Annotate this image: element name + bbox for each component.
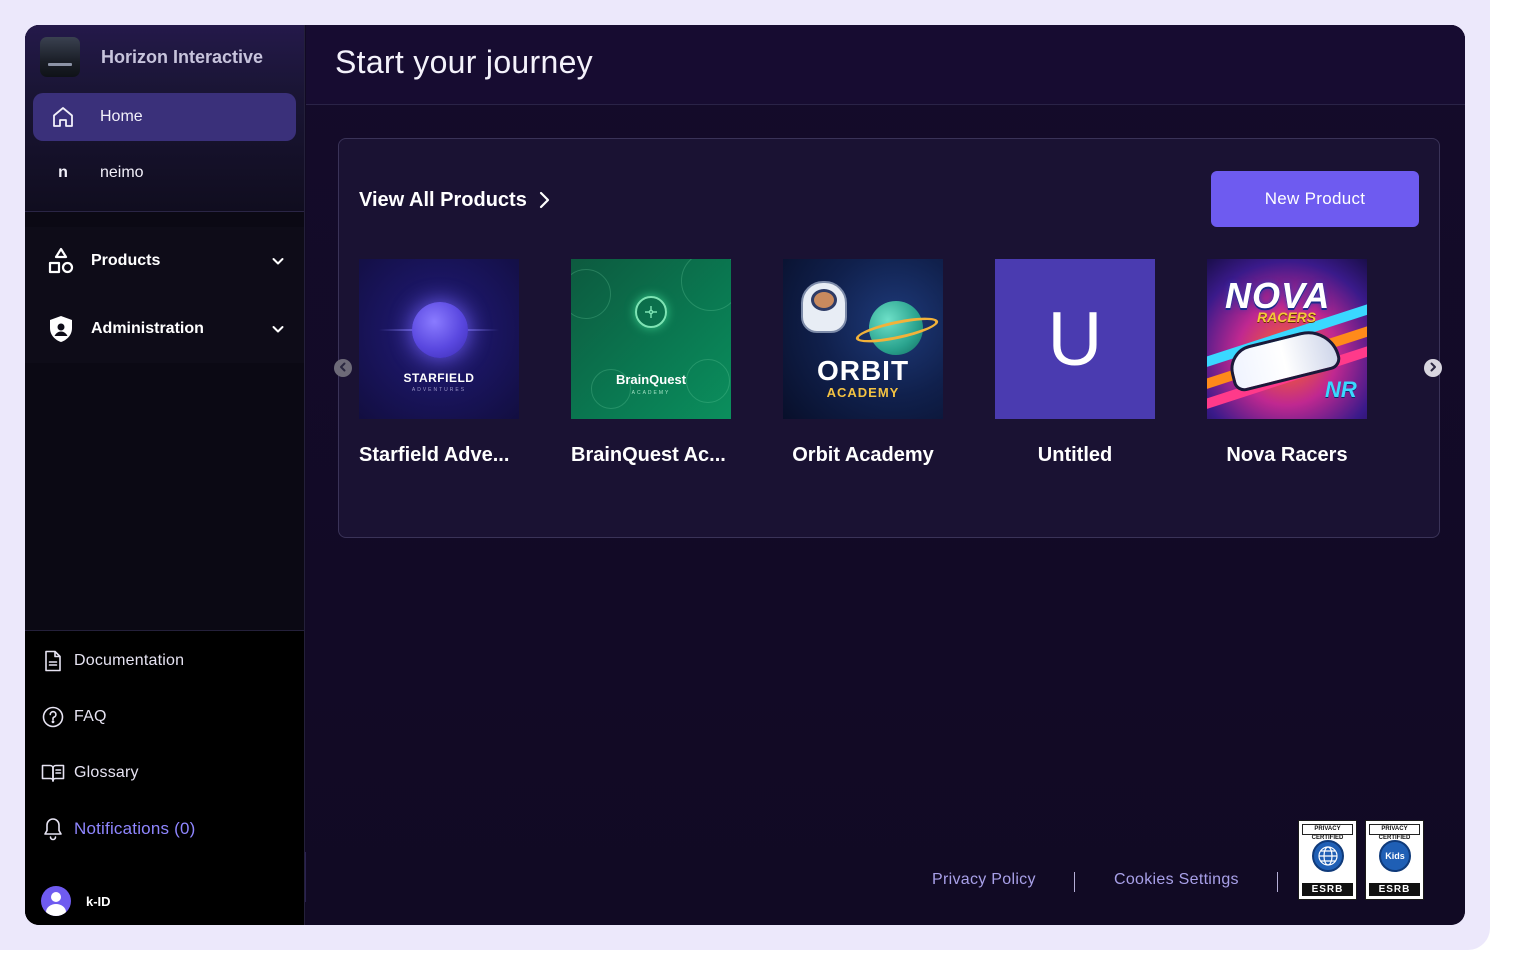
sidebar-section-label: Administration (91, 320, 204, 337)
page-title: Start your journey (335, 44, 593, 80)
bulb-icon (635, 296, 667, 328)
bubble-graphic (681, 259, 731, 311)
sidebar-link-notifications[interactable]: Notifications (0) (41, 815, 196, 843)
thumbnail-subtitle: RACERS (1257, 309, 1317, 325)
product-card-untitled[interactable]: U Untitled (995, 259, 1155, 466)
shapes-icon (43, 246, 79, 276)
astronaut-face-graphic (811, 289, 837, 311)
sidebar-item-label: Home (100, 108, 143, 125)
sidebar-link-label: Notifications (0) (74, 819, 196, 838)
sidebar-item-home[interactable]: Home (33, 93, 296, 141)
shield-user-icon (43, 314, 79, 344)
book-icon (41, 763, 65, 783)
user-name: k-ID (86, 893, 111, 909)
main-content: Start your journey View All Products New… (306, 25, 1465, 925)
planet-graphic (412, 302, 468, 358)
avatar (41, 886, 71, 916)
app-window: Horizon Interactive Home n neimo Product… (25, 25, 1465, 925)
bell-icon (41, 817, 65, 841)
chevron-right-icon (1429, 359, 1437, 377)
thumbnail-letter: U (1047, 296, 1103, 382)
products-card: View All Products New Product STARFIELD … (334, 138, 1442, 538)
sidebar-item-label: neimo (100, 164, 144, 181)
bubble-graphic (571, 269, 611, 319)
sidebar-link-faq[interactable]: FAQ (41, 703, 107, 731)
chevron-left-icon (339, 359, 347, 377)
sidebar-footer: Documentation FAQ Glossary Notifications… (25, 630, 304, 925)
sidebar-link-label: FAQ (74, 708, 107, 725)
product-thumbnail: STARFIELD ADVENTURES (359, 259, 519, 419)
sidebar-section-label: Products (91, 252, 161, 269)
product-card-brainquest[interactable]: BrainQuest ACADEMY BrainQuest Ac... (571, 259, 731, 466)
product-card-nova-racers[interactable]: NOVA RACERS NR Nova Racers (1207, 259, 1367, 466)
footer-divider (1277, 872, 1278, 892)
product-name: Starfield Adve... (359, 444, 510, 466)
thumbnail-title: STARFIELD (403, 371, 475, 385)
badge-bottom-text: ESRB (1369, 883, 1420, 896)
product-name: Nova Racers (1226, 444, 1348, 466)
sidebar-top: Horizon Interactive Home n neimo (25, 25, 304, 212)
privacy-policy-link[interactable]: Privacy Policy (932, 871, 1036, 889)
new-product-button[interactable]: New Product (1211, 171, 1419, 227)
user-profile[interactable]: k-ID (41, 886, 111, 916)
window-frame: Horizon Interactive Home n neimo Product… (0, 0, 1490, 950)
page-header: Start your journey (306, 25, 1465, 105)
home-icon (45, 105, 81, 129)
view-all-label: View All Products (359, 188, 527, 211)
sidebar-link-glossary[interactable]: Glossary (41, 759, 139, 787)
cookies-settings-link[interactable]: Cookies Settings (1114, 871, 1239, 889)
product-thumbnail: BrainQuest ACADEMY (571, 259, 731, 419)
product-card-starfield[interactable]: STARFIELD ADVENTURES Starfield Adve... (359, 259, 519, 466)
chevron-down-icon (270, 253, 286, 269)
product-thumbnail: U (995, 259, 1155, 419)
footer-divider (1074, 872, 1075, 892)
thumbnail-badge: NR (1325, 377, 1357, 402)
thumbnail-subtitle: ADVENTURES (411, 387, 467, 393)
chevron-down-icon (270, 321, 286, 337)
brand-logo (40, 37, 80, 77)
document-icon (41, 650, 65, 672)
question-circle-icon (41, 706, 65, 728)
sidebar-link-label: Glossary (74, 764, 139, 781)
product-name: Untitled (1037, 444, 1113, 466)
thumbnail-subtitle: ACADEMY (826, 385, 900, 400)
neimo-letter-icon: n (58, 164, 68, 181)
view-all-products-link[interactable]: View All Products (359, 185, 551, 215)
sidebar-link-label: Documentation (74, 652, 185, 669)
carousel-prev-button[interactable] (334, 359, 352, 377)
product-name: Orbit Academy (792, 444, 934, 466)
sidebar-section-products[interactable]: Products (25, 227, 304, 295)
esrb-privacy-badge[interactable]: PRIVACY CERTIFIED ESRB (1298, 820, 1357, 900)
kids-seal-icon: Kids (1379, 840, 1411, 872)
sidebar-item-neimo[interactable]: n neimo (33, 149, 296, 197)
thumbnail-subtitle: ACADEMY (631, 390, 671, 396)
badge-bottom-text: ESRB (1302, 883, 1353, 896)
thumbnail-title: BrainQuest (615, 372, 687, 387)
chevron-right-icon (537, 190, 551, 210)
product-thumbnail: NOVA RACERS NR (1207, 259, 1367, 419)
badge-top-text: PRIVACY CERTIFIED (1369, 824, 1420, 841)
sidebar: Horizon Interactive Home n neimo Product… (25, 25, 305, 925)
badge-top-text: PRIVACY CERTIFIED (1302, 824, 1353, 841)
carousel-next-button[interactable] (1424, 359, 1442, 377)
sidebar-section-administration[interactable]: Administration (25, 295, 304, 363)
esrb-kids-privacy-badge[interactable]: PRIVACY CERTIFIED Kids ESRB (1365, 820, 1424, 900)
globe-seal-icon (1312, 840, 1344, 872)
brand-name: Horizon Interactive (101, 46, 264, 67)
product-thumbnail: ORBIT ACADEMY (783, 259, 943, 419)
sidebar-link-documentation[interactable]: Documentation (41, 647, 184, 675)
thumbnail-title: ORBIT (816, 355, 910, 386)
product-card-orbit-academy[interactable]: ORBIT ACADEMY Orbit Academy (783, 259, 943, 466)
brand[interactable]: Horizon Interactive (40, 37, 263, 77)
